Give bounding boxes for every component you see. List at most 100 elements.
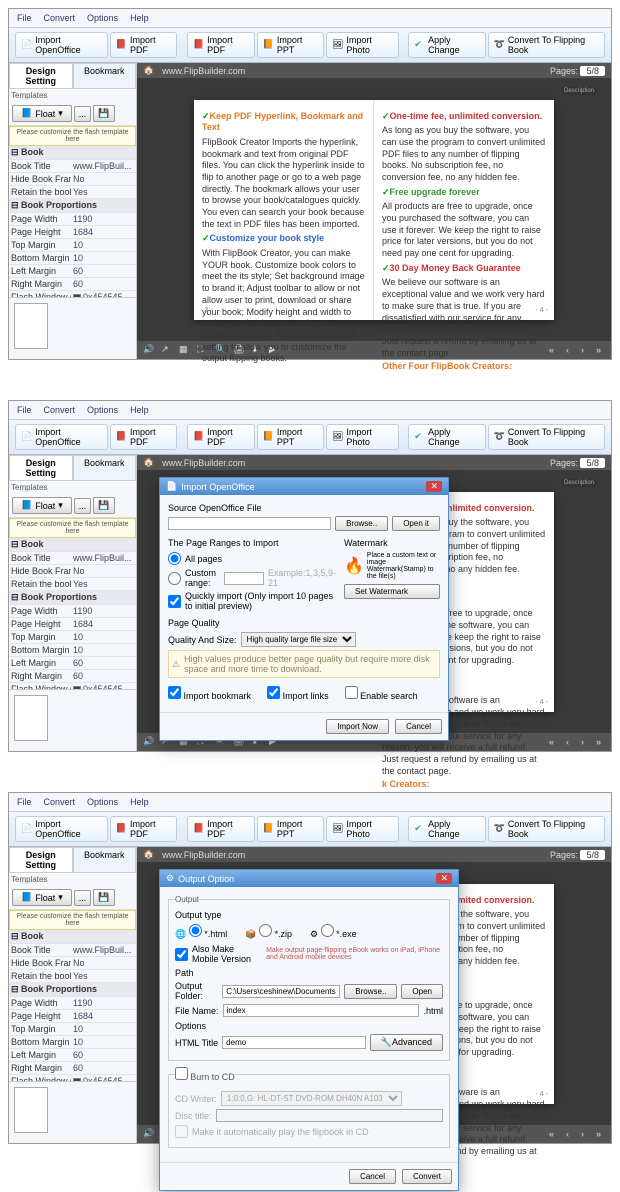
tab-design[interactable]: Design Setting: [9, 847, 73, 873]
custom-input[interactable]: [224, 572, 264, 585]
tb-import-pdf-2[interactable]: 📕Import PDF: [187, 424, 255, 450]
prop-row[interactable]: ⊟ Book: [9, 538, 136, 552]
tb-import-openoffice[interactable]: 📄Import OpenOffice: [15, 816, 108, 842]
menu-help[interactable]: Help: [130, 797, 149, 807]
sound-icon[interactable]: 🔊: [143, 344, 155, 356]
convert-button[interactable]: Convert: [402, 1169, 452, 1184]
prop-row[interactable]: Right Margin60: [9, 670, 136, 683]
tb-import-pdf-2[interactable]: 📕Import PDF: [187, 816, 255, 842]
template-float[interactable]: 📘Float▾: [12, 889, 72, 906]
prop-row[interactable]: ⊟ Book: [9, 146, 136, 160]
close-icon[interactable]: ✕: [436, 873, 452, 884]
prop-row[interactable]: Hide Book Frame BarNo: [9, 565, 136, 578]
template-save[interactable]: 💾: [93, 105, 114, 122]
nav-last[interactable]: »: [592, 345, 605, 355]
sound-icon[interactable]: 🔊: [143, 1128, 155, 1140]
html-radio[interactable]: [189, 924, 202, 937]
thumbs-icon[interactable]: ▦: [179, 344, 191, 356]
exe-radio[interactable]: [321, 924, 334, 937]
prop-row[interactable]: Page Height1684: [9, 618, 136, 631]
burn-check[interactable]: [175, 1067, 188, 1080]
tb-import-openoffice[interactable]: 📄Import OpenOffice: [15, 424, 108, 450]
all-pages-radio[interactable]: [168, 552, 181, 565]
prop-row[interactable]: Book Titlewww.FlipBuil...: [9, 160, 136, 173]
prop-row[interactable]: Left Margin60: [9, 1049, 136, 1062]
prop-row[interactable]: Left Margin60: [9, 265, 136, 278]
prop-row[interactable]: Retain the book to centerYes: [9, 186, 136, 199]
enable-search-check[interactable]: [345, 686, 358, 699]
share-icon[interactable]: ↗: [161, 344, 173, 356]
open-button[interactable]: Open it: [392, 516, 440, 531]
tb-import-photo[interactable]: 🖼Import Photo: [326, 424, 399, 450]
menu-help[interactable]: Help: [130, 405, 149, 415]
tb-import-photo[interactable]: 🖼Import Photo: [326, 816, 399, 842]
tab-bookmark[interactable]: Bookmark: [73, 63, 137, 89]
tb-convert[interactable]: ➰Convert To Flipping Book: [488, 424, 605, 450]
nav-first[interactable]: «: [545, 345, 558, 355]
prop-row[interactable]: Bottom Margin10: [9, 644, 136, 657]
menu-file[interactable]: File: [17, 797, 32, 807]
property-grid[interactable]: ⊟ BookBook Titlewww.FlipBuil...Hide Book…: [9, 146, 136, 297]
nav-first[interactable]: «: [545, 1129, 558, 1139]
prop-row[interactable]: Retain the book to centerYes: [9, 970, 136, 983]
nav-first[interactable]: «: [545, 737, 558, 747]
prop-row[interactable]: Page Width1190: [9, 213, 136, 226]
import-links-check[interactable]: [267, 686, 280, 699]
browse-button[interactable]: Browse..: [344, 984, 397, 999]
tb-import-pdf-1[interactable]: 📕Import PDF: [110, 424, 178, 450]
src-input[interactable]: [168, 517, 331, 530]
nav-next[interactable]: ›: [577, 345, 588, 355]
menu-options[interactable]: Options: [87, 13, 118, 23]
template-float[interactable]: 📘Float▾: [12, 497, 72, 514]
home-icon[interactable]: 🏠: [143, 457, 154, 468]
cancel-button[interactable]: Cancel: [395, 719, 442, 734]
thumb-page[interactable]: [14, 695, 48, 741]
prop-row[interactable]: ⊟ Book: [9, 930, 136, 944]
prop-row[interactable]: Page Width1190: [9, 997, 136, 1010]
tb-import-photo[interactable]: 🖼Import Photo: [326, 32, 399, 58]
import-bookmark-check[interactable]: [168, 686, 181, 699]
template-save[interactable]: 💾: [93, 497, 114, 514]
menu-help[interactable]: Help: [130, 13, 149, 23]
tb-apply[interactable]: ✔Apply Change: [408, 816, 485, 842]
home-icon[interactable]: 🏠: [143, 849, 154, 860]
prop-row[interactable]: Page Height1684: [9, 226, 136, 239]
prop-row[interactable]: Top Margin10: [9, 1023, 136, 1036]
tb-convert[interactable]: ➰Convert To Flipping Book: [488, 816, 605, 842]
prop-row[interactable]: Hide Book Frame BarNo: [9, 173, 136, 186]
page-left[interactable]: ✓Keep PDF Hyperlink, Bookmark and Text F…: [194, 100, 374, 320]
import-now-button[interactable]: Import Now: [326, 719, 389, 734]
template-browse[interactable]: ...: [74, 498, 92, 514]
tb-import-pdf-1[interactable]: 📕Import PDF: [110, 816, 178, 842]
tb-import-ppt[interactable]: 📙Import PPT: [257, 32, 324, 58]
cancel-button[interactable]: Cancel: [349, 1169, 396, 1184]
prop-row[interactable]: Book Titlewww.FlipBuil...: [9, 552, 136, 565]
prop-row[interactable]: Page Height1684: [9, 1010, 136, 1023]
prop-row[interactable]: Hide Book Frame BarNo: [9, 957, 136, 970]
folder-input[interactable]: [222, 985, 340, 998]
mobile-check[interactable]: [175, 948, 188, 961]
close-icon[interactable]: ✕: [426, 481, 442, 492]
nav-prev[interactable]: ‹: [562, 737, 573, 747]
nav-next[interactable]: ›: [577, 737, 588, 747]
nav-prev[interactable]: ‹: [562, 345, 573, 355]
prop-row[interactable]: Top Margin10: [9, 631, 136, 644]
prop-row[interactable]: Right Margin60: [9, 1062, 136, 1075]
nav-next[interactable]: ›: [577, 1129, 588, 1139]
prop-row[interactable]: Bottom Margin10: [9, 1036, 136, 1049]
template-float[interactable]: 📘Float▾: [12, 105, 72, 122]
thumb-page[interactable]: [14, 303, 48, 349]
tab-bookmark[interactable]: Bookmark: [73, 847, 137, 873]
prop-row[interactable]: ⊟ Book Proportions: [9, 199, 136, 213]
pages-value[interactable]: 5/8: [580, 66, 605, 76]
custom-range-radio[interactable]: [168, 572, 181, 585]
prop-row[interactable]: Book Titlewww.FlipBuil...: [9, 944, 136, 957]
prop-row[interactable]: Bottom Margin10: [9, 252, 136, 265]
tb-apply[interactable]: ✔Apply Change: [408, 32, 485, 58]
menu-file[interactable]: File: [17, 13, 32, 23]
quick-import-check[interactable]: [168, 595, 181, 608]
tab-design[interactable]: Design Setting: [9, 455, 73, 481]
sound-icon[interactable]: 🔊: [143, 736, 155, 748]
thumb-page[interactable]: [14, 1087, 48, 1133]
tb-convert[interactable]: ➰Convert To Flipping Book: [488, 32, 605, 58]
